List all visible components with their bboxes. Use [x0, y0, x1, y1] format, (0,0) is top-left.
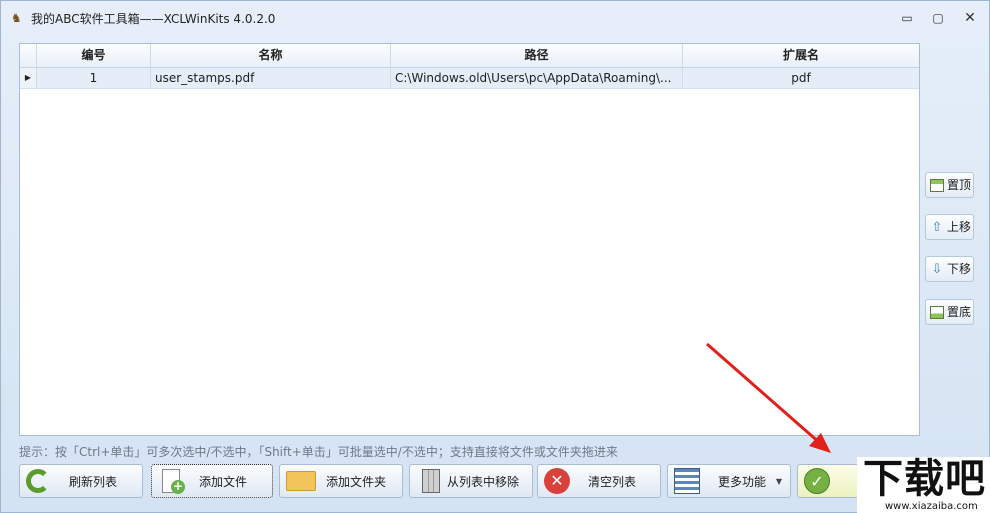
title-bar[interactable]: ♞ 我的ABC软件工具箱——XCLWinKits 4.0.2.0 ▭ ▢ ✕ — [1, 1, 989, 35]
refresh-icon — [26, 469, 50, 493]
minimize-button[interactable]: ▭ — [897, 9, 917, 27]
maximize-button[interactable]: ▢ — [928, 9, 948, 27]
move-up-label: 上移 — [947, 220, 972, 234]
site-watermark: 下载吧 www.xiazaiba.com — [857, 457, 990, 513]
arrow-down-icon: ⇩ — [931, 261, 943, 277]
app-window: ♞ 我的ABC软件工具箱——XCLWinKits 4.0.2.0 ▭ ▢ ✕ 编… — [0, 0, 990, 513]
file-list-grid[interactable]: 编号 名称 路径 扩展名 ▶ 1 user_stamps.pdf C:\Wind… — [19, 43, 920, 436]
cell-path: C:\Windows.old\Users\pc\AppData\Roaming\… — [391, 68, 683, 88]
refresh-list-button[interactable]: 刷新列表 — [19, 464, 143, 498]
folder-icon — [286, 471, 316, 491]
column-header-extension[interactable]: 扩展名 — [683, 44, 919, 67]
column-header-name[interactable]: 名称 — [151, 44, 391, 67]
column-header-number[interactable]: 编号 — [37, 44, 151, 67]
add-file-button[interactable]: 添加文件 — [151, 464, 273, 498]
move-bottom-icon — [930, 305, 944, 319]
check-icon: ✓ — [804, 468, 830, 494]
add-folder-label: 添加文件夹 — [325, 474, 386, 489]
watermark-logo-text: 下载吧 — [863, 456, 986, 502]
list-icon — [674, 468, 700, 494]
move-down-button[interactable]: ⇩ 下移 — [925, 256, 974, 282]
move-to-top-button[interactable]: 置顶 — [925, 172, 974, 198]
move-to-bottom-label: 置底 — [947, 305, 972, 319]
clear-list-button[interactable]: ✕ 清空列表 — [537, 464, 661, 498]
watermark-url: www.xiazaiba.com — [885, 501, 978, 512]
table-row[interactable]: ▶ 1 user_stamps.pdf C:\Windows.old\Users… — [20, 68, 919, 89]
cell-extension: pdf — [791, 71, 811, 85]
clear-list-label: 清空列表 — [587, 474, 636, 489]
app-logo-icon: ♞ — [11, 11, 22, 25]
more-functions-button[interactable]: 更多功能 ▼ — [667, 464, 791, 498]
remove-from-list-button[interactable]: 从列表中移除 — [409, 464, 533, 498]
refresh-list-label: 刷新列表 — [68, 474, 117, 489]
dropdown-caret-icon[interactable]: ▼ — [776, 477, 782, 486]
move-top-icon — [930, 178, 944, 192]
add-file-label: 添加文件 — [198, 474, 247, 489]
trash-icon — [422, 469, 440, 493]
cell-number: 1 — [37, 68, 151, 88]
hint-text: 提示：按「Ctrl+单击」可多次选中/不选中，「Shift+单击」可批量选中/不… — [19, 445, 618, 459]
add-file-icon — [162, 469, 185, 494]
cell-name: user_stamps.pdf — [151, 68, 391, 88]
clear-icon: ✕ — [544, 468, 570, 494]
add-folder-button[interactable]: 添加文件夹 — [279, 464, 403, 498]
remove-from-list-label: 从列表中移除 — [446, 474, 519, 489]
confirm-button[interactable]: ✓ — [797, 464, 859, 498]
arrow-up-icon: ⇧ — [931, 219, 943, 235]
close-button[interactable]: ✕ — [960, 9, 980, 27]
move-up-button[interactable]: ⇧ 上移 — [925, 214, 974, 240]
header-selector-cell — [20, 44, 37, 67]
window-title: 我的ABC软件工具箱——XCLWinKits 4.0.2.0 — [31, 12, 276, 26]
move-to-top-label: 置顶 — [947, 178, 972, 192]
move-to-bottom-button[interactable]: 置底 — [925, 299, 974, 325]
grid-header: 编号 名称 路径 扩展名 — [20, 44, 919, 68]
move-down-label: 下移 — [947, 262, 972, 276]
column-header-path[interactable]: 路径 — [391, 44, 683, 67]
row-indicator-icon: ▶ — [20, 68, 37, 88]
